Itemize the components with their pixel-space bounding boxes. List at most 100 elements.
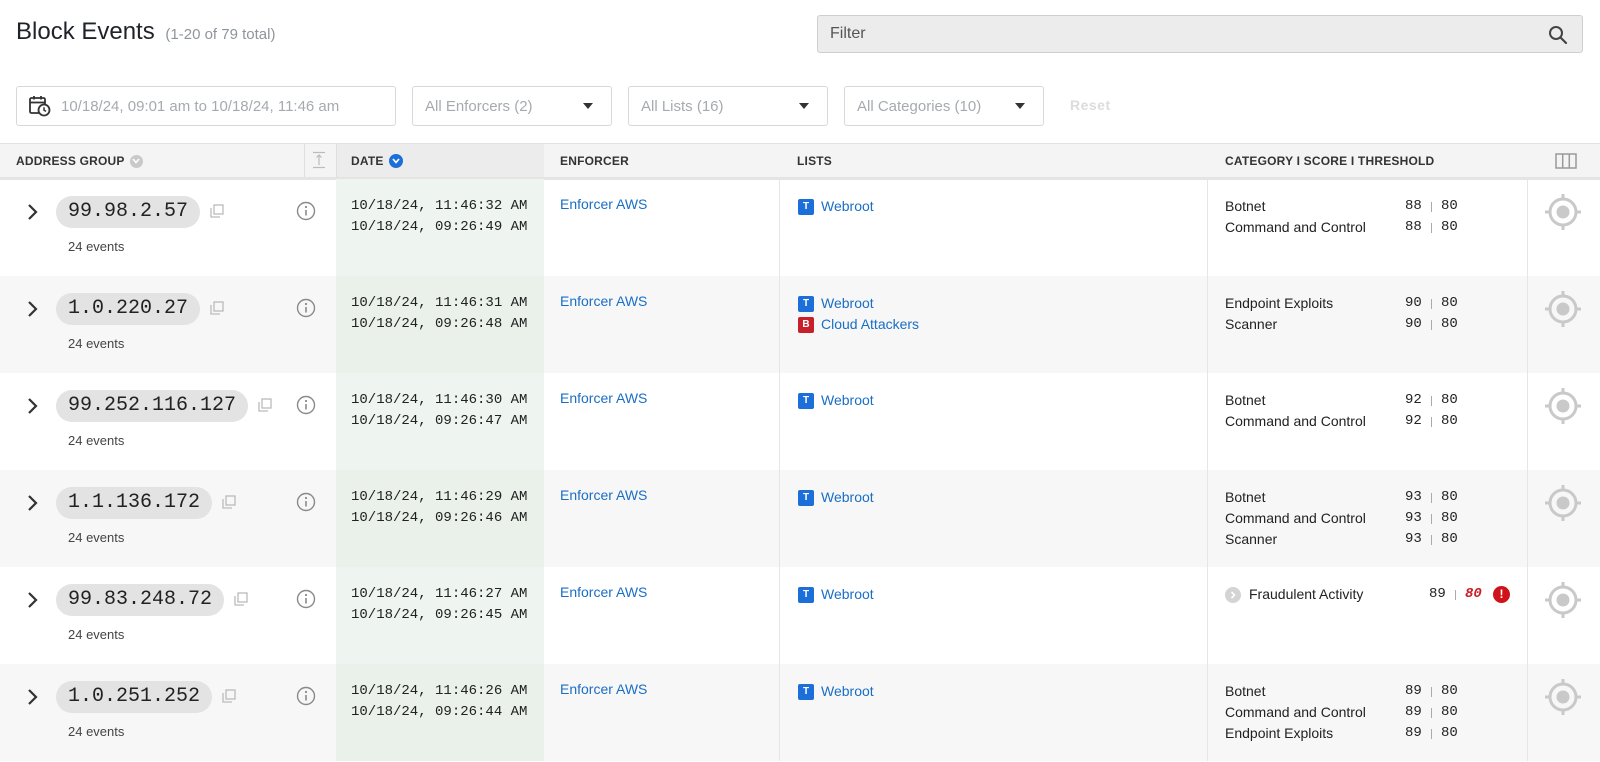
divider	[1431, 535, 1432, 545]
filter-input[interactable]	[818, 16, 1542, 52]
table-row[interactable]: 1.1.136.172 24 events 10/18/24, 11:46:29 A…	[0, 470, 1600, 567]
list-link[interactable]: Cloud Attackers	[821, 314, 919, 335]
list-item[interactable]: T Webroot	[798, 390, 874, 411]
column-header-category[interactable]: CATEGORY I SCORE I THRESHOLD	[1225, 154, 1434, 168]
target-icon[interactable]	[1544, 484, 1582, 527]
copy-icon[interactable]	[258, 398, 272, 417]
divider	[1431, 493, 1432, 503]
event-count[interactable]: 24 events	[68, 627, 124, 642]
info-icon[interactable]	[296, 589, 316, 614]
ip-address[interactable]: 1.0.251.252	[56, 681, 213, 713]
category-name: Command and Control	[1225, 704, 1366, 720]
list-link[interactable]: Webroot	[821, 584, 874, 605]
expand-chevron-icon[interactable]	[26, 591, 40, 614]
first-seen-date: 10/18/24, 09:26:49 AM	[351, 219, 528, 235]
enforcers-dropdown[interactable]: All Enforcers (2)	[412, 86, 612, 126]
ip-address[interactable]: 99.83.248.72	[56, 584, 225, 616]
category-threshold: 80	[1441, 198, 1458, 214]
last-seen-date: 10/18/24, 11:46:26 AM	[351, 683, 528, 699]
column-header-address-group[interactable]: ADDRESS GROUP	[16, 154, 143, 168]
list-item[interactable]: T Webroot	[798, 681, 874, 702]
date-values: 10/18/24, 11:46:26 AM 10/18/24, 09:26:44 …	[351, 681, 527, 723]
copy-icon[interactable]	[234, 592, 248, 611]
copy-icon[interactable]	[210, 204, 224, 223]
table-row[interactable]: 99.252.116.127 24 events 10/18/24, 11:46:3…	[0, 373, 1600, 470]
ip-address[interactable]: 1.1.136.172	[56, 487, 213, 519]
column-header-lists[interactable]: LISTS	[797, 154, 832, 168]
list-item[interactable]: T Webroot	[798, 196, 874, 217]
category-cell: Fraudulent Activity 89 80!	[1225, 584, 1510, 605]
event-count[interactable]: 24 events	[68, 433, 124, 448]
last-seen-date: 10/18/24, 11:46:31 AM	[351, 295, 528, 311]
list-link[interactable]: Webroot	[821, 681, 874, 702]
list-item[interactable]: T Webroot	[798, 293, 919, 314]
enforcer-link[interactable]: Enforcer AWS	[560, 196, 647, 212]
column-resize-icon[interactable]	[312, 151, 326, 174]
event-count[interactable]: 24 events	[68, 336, 124, 351]
ip-address[interactable]: 1.0.220.27	[56, 293, 201, 325]
categories-dropdown[interactable]: All Categories (10)	[844, 86, 1044, 126]
category-row: Scanner 93 80	[1225, 529, 1510, 550]
reset-button[interactable]: Reset	[1070, 97, 1111, 113]
target-icon[interactable]	[1544, 290, 1582, 333]
list-item[interactable]: B Cloud Attackers	[798, 314, 919, 335]
ip-address[interactable]: 99.98.2.57	[56, 196, 201, 228]
info-icon[interactable]	[296, 686, 316, 711]
category-row: Scanner 90 80	[1225, 314, 1510, 335]
target-icon[interactable]	[1544, 678, 1582, 721]
divider	[1431, 202, 1432, 212]
expand-chevron-icon[interactable]	[26, 203, 40, 226]
category-threshold: 80	[1441, 316, 1458, 332]
columns-icon[interactable]	[1555, 153, 1577, 174]
info-icon[interactable]	[296, 492, 316, 517]
lists-cell: T Webroot	[798, 681, 874, 702]
copy-icon[interactable]	[210, 301, 224, 320]
target-icon[interactable]	[1544, 193, 1582, 236]
enforcer-link[interactable]: Enforcer AWS	[560, 390, 647, 406]
date-range-picker[interactable]: 10/18/24, 09:01 am to 10/18/24, 11:46 am	[16, 86, 396, 126]
category-name: Fraudulent Activity	[1249, 586, 1364, 602]
lists-dropdown[interactable]: All Lists (16)	[628, 86, 828, 126]
enforcer-link[interactable]: Enforcer AWS	[560, 293, 647, 309]
target-icon[interactable]	[1544, 387, 1582, 430]
expand-chevron-icon[interactable]	[26, 688, 40, 711]
list-item[interactable]: T Webroot	[798, 487, 874, 508]
ip-address[interactable]: 99.252.116.127	[56, 390, 249, 422]
expand-chevron-icon[interactable]	[26, 397, 40, 420]
divider	[1431, 320, 1432, 330]
expand-circle-icon[interactable]	[1225, 587, 1241, 603]
column-divider	[779, 276, 780, 373]
category-score: 89	[1405, 683, 1422, 699]
enforcer-link[interactable]: Enforcer AWS	[560, 584, 647, 600]
list-link[interactable]: Webroot	[821, 293, 874, 314]
table-row[interactable]: 1.0.220.27 24 events 10/18/24, 11:46:31 AM…	[0, 276, 1600, 373]
copy-icon[interactable]	[222, 689, 236, 708]
last-seen-date: 10/18/24, 11:46:29 AM	[351, 489, 528, 505]
list-type-badge: T	[798, 392, 814, 409]
column-header-date[interactable]: DATE	[351, 154, 403, 168]
column-header-enforcer[interactable]: ENFORCER	[560, 154, 629, 168]
table-row[interactable]: 1.0.251.252 24 events 10/18/24, 11:46:26 A…	[0, 664, 1600, 761]
copy-icon[interactable]	[222, 495, 236, 514]
category-cell: Botnet 88 80 Command and Control 88 80	[1225, 196, 1510, 238]
target-icon[interactable]	[1544, 581, 1582, 624]
list-link[interactable]: Webroot	[821, 196, 874, 217]
list-link[interactable]: Webroot	[821, 487, 874, 508]
list-item[interactable]: T Webroot	[798, 584, 874, 605]
event-count[interactable]: 24 events	[68, 239, 124, 254]
info-icon[interactable]	[296, 298, 316, 323]
expand-chevron-icon[interactable]	[26, 494, 40, 517]
enforcer-link[interactable]: Enforcer AWS	[560, 681, 647, 697]
category-cell: Botnet 89 80 Command and Control 89 80 Endpoin…	[1225, 681, 1510, 744]
enforcer-link[interactable]: Enforcer AWS	[560, 487, 647, 503]
event-count[interactable]: 24 events	[68, 530, 124, 545]
table-row[interactable]: 99.98.2.57 24 events 10/18/24, 11:46:32 AM…	[0, 179, 1600, 276]
column-divider	[1527, 470, 1528, 567]
expand-chevron-icon[interactable]	[26, 300, 40, 323]
info-icon[interactable]	[296, 201, 316, 226]
info-icon[interactable]	[296, 395, 316, 420]
event-count[interactable]: 24 events	[68, 724, 124, 739]
table-row[interactable]: 99.83.248.72 24 events 10/18/24, 11:46:27 …	[0, 567, 1600, 664]
list-link[interactable]: Webroot	[821, 390, 874, 411]
search-icon[interactable]	[1548, 25, 1568, 50]
